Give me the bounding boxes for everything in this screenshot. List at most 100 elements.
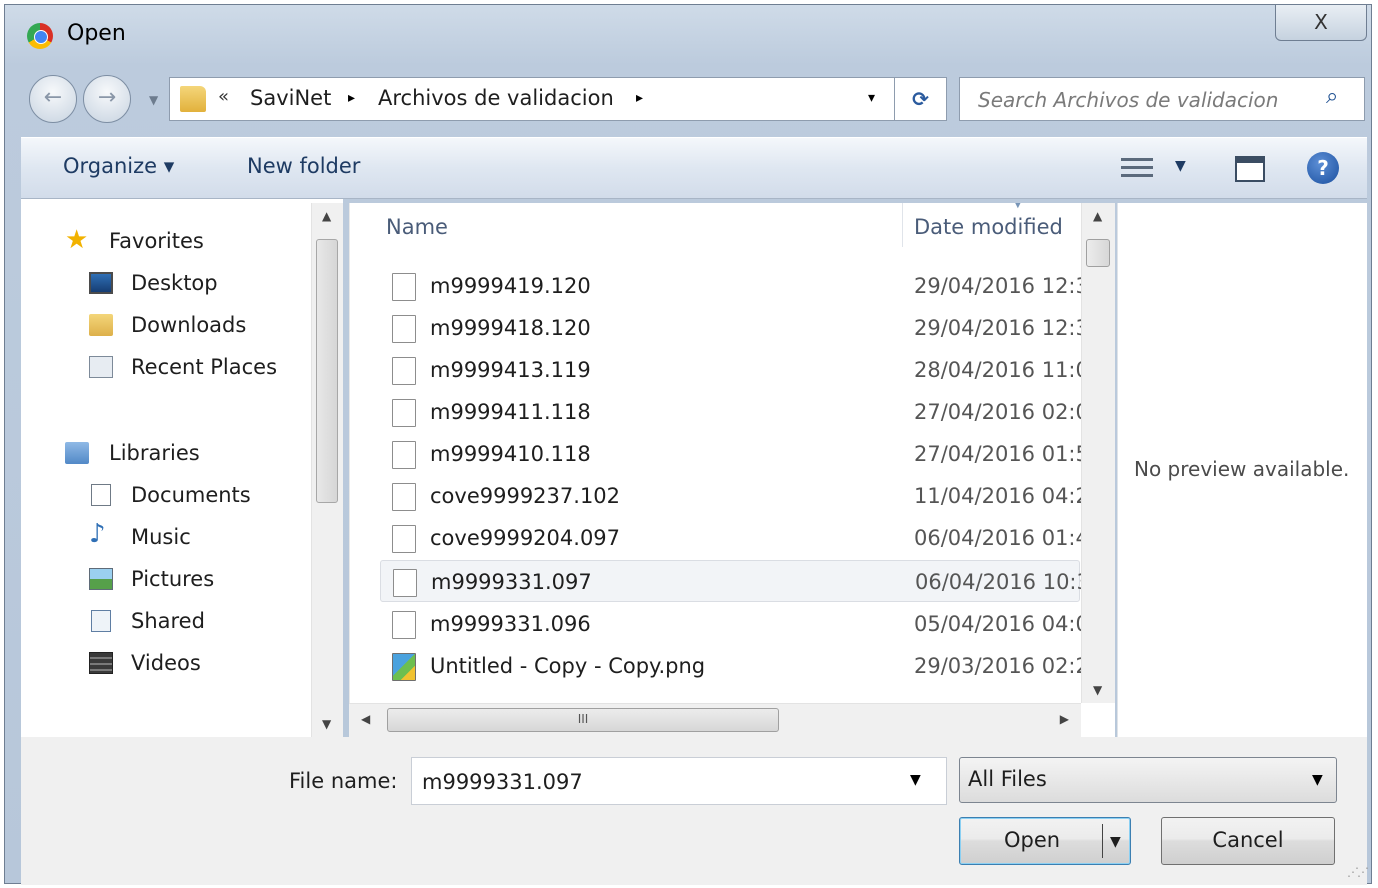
cancel-button[interactable]: Cancel (1161, 817, 1335, 865)
nav-item-label: Documents (131, 483, 251, 507)
star-icon: ★ (65, 225, 89, 255)
file-icon (392, 611, 416, 639)
file-date: 05/04/2016 04:0 (914, 612, 1082, 636)
recent-places-icon (89, 356, 113, 378)
file-date: 06/04/2016 01:4 (914, 526, 1082, 550)
nav-item-label: Pictures (131, 567, 215, 591)
file-row[interactable]: m9999419.120 29/04/2016 12:3 (380, 265, 1082, 307)
address-bar[interactable]: « SaviNet ▸ Archivos de validacion ▸ ▾ (169, 77, 895, 121)
forward-button[interactable]: → (83, 75, 131, 123)
film-icon (89, 652, 113, 674)
open-options-dropdown[interactable]: ▼ (1110, 820, 1121, 864)
file-row-selected[interactable]: m9999331.097 06/04/2016 10:3 (380, 560, 1083, 602)
title-bar: Open X (5, 5, 1371, 61)
file-icon (392, 273, 416, 301)
search-input[interactable] (976, 84, 1310, 116)
filename-label: File name: (289, 769, 398, 793)
folder-icon (180, 86, 206, 112)
file-name: m9999411.118 (430, 400, 591, 424)
back-button[interactable]: ← (29, 75, 77, 123)
file-type-select[interactable]: All Files ▼ (959, 757, 1337, 803)
organize-button[interactable]: Organize ▾ (63, 154, 174, 178)
file-row[interactable]: m9999418.120 29/04/2016 12:3 (380, 307, 1082, 349)
column-header-name[interactable]: Name (386, 215, 448, 239)
file-row[interactable]: m9999410.118 27/04/2016 01:5 (380, 433, 1082, 475)
file-row[interactable]: m9999413.119 28/04/2016 11:0 (380, 349, 1082, 391)
file-date: 29/04/2016 12:3 (914, 316, 1082, 340)
breadcrumb-separator[interactable]: ▸ (348, 90, 355, 106)
no-preview-message: No preview available. (1134, 457, 1350, 481)
help-icon[interactable]: ? (1307, 152, 1339, 184)
scroll-up-arrow[interactable]: ▲ (1093, 209, 1102, 223)
window-title: Open (67, 21, 126, 46)
command-bar: Organize ▾ New folder ▼ ? (21, 137, 1367, 199)
scrollbar-thumb[interactable] (1086, 239, 1110, 267)
file-name: cove9999204.097 (430, 526, 621, 550)
file-list-horizontal-scrollbar[interactable]: ◀ III ▶ (349, 703, 1081, 737)
new-folder-button[interactable]: New folder (247, 154, 360, 178)
resize-grip[interactable]: ⋰⋰ (1347, 865, 1369, 879)
chevron-down-icon: ▼ (1312, 772, 1323, 788)
file-name: cove9999237.102 (430, 484, 621, 508)
file-name: m9999331.096 (430, 612, 591, 636)
breadcrumb-separator[interactable]: ▸ (636, 90, 643, 106)
image-file-icon (392, 653, 416, 681)
breadcrumb-savinet[interactable]: SaviNet (250, 86, 331, 110)
file-row[interactable]: m9999411.118 27/04/2016 02:0 (380, 391, 1082, 433)
views-dropdown-icon[interactable]: ▼ (1175, 158, 1186, 174)
shared-icon (91, 610, 111, 632)
file-name: m9999410.118 (430, 442, 591, 466)
scroll-left-arrow[interactable]: ◀ (361, 712, 370, 726)
close-button[interactable]: X (1275, 5, 1367, 41)
open-button[interactable]: Open ▼ (959, 817, 1131, 865)
breadcrumb-archivos[interactable]: Archivos de validacion (378, 86, 614, 110)
file-row[interactable]: m9999331.096 05/04/2016 04:0 (380, 603, 1082, 645)
file-row[interactable]: cove9999204.097 06/04/2016 01:4 (380, 517, 1082, 559)
scroll-down-arrow[interactable]: ▼ (1093, 683, 1102, 697)
file-icon (393, 569, 417, 597)
scroll-up-arrow[interactable]: ▲ (322, 209, 331, 223)
file-row[interactable]: cove9999237.102 11/04/2016 04:2 (380, 475, 1082, 517)
scrollbar-thumb[interactable]: III (387, 708, 779, 732)
open-dialog-window: Open X ← → ▼ « SaviNet ▸ Archivos de val… (4, 4, 1372, 885)
file-icon (392, 357, 416, 385)
file-name: Untitled - Copy - Copy.png (430, 654, 706, 678)
breadcrumb-overflow[interactable]: « (218, 86, 229, 107)
file-list-vertical-scrollbar[interactable]: ▲ ▼ (1081, 203, 1115, 703)
file-date: 27/04/2016 01:5 (914, 442, 1082, 466)
recent-locations-dropdown[interactable]: ▼ (149, 93, 158, 107)
search-icon[interactable]: ⌕ (1326, 84, 1338, 109)
scrollbar-thumb[interactable] (316, 239, 338, 503)
column-divider[interactable] (902, 203, 903, 247)
file-name: m9999418.120 (430, 316, 591, 340)
file-name: m9999419.120 (430, 274, 591, 298)
views-icon[interactable] (1121, 156, 1153, 180)
column-header-date-modified[interactable]: Date modified (914, 215, 1063, 239)
file-date: 27/04/2016 02:0 (914, 400, 1082, 424)
back-forward-buttons: ← → (29, 75, 151, 125)
filename-input[interactable] (420, 766, 894, 798)
downloads-folder-icon (89, 314, 113, 336)
nav-item-label: Videos (131, 651, 201, 675)
file-icon (392, 483, 416, 511)
file-icon (392, 525, 416, 553)
file-type-value: All Files (968, 767, 1047, 791)
scroll-down-arrow[interactable]: ▼ (322, 717, 331, 731)
scroll-right-arrow[interactable]: ▶ (1060, 712, 1069, 726)
dialog-footer: File name: ▼ All Files ▼ Open ▼ Cancel ⋰… (21, 737, 1369, 885)
filename-dropdown-icon[interactable]: ▼ (910, 772, 921, 788)
search-box: ⌕ (959, 77, 1365, 121)
documents-icon (91, 484, 111, 506)
nav-item-label: Downloads (131, 313, 247, 337)
file-date: 29/04/2016 12:3 (914, 274, 1082, 298)
desktop-icon (89, 272, 113, 294)
nav-favorites-label: Favorites (109, 229, 204, 253)
file-icon (392, 315, 416, 343)
navigation-scrollbar[interactable]: ▲ ▼ (311, 203, 343, 737)
refresh-button[interactable]: ⟳ (895, 77, 947, 121)
nav-item-label: Shared (131, 609, 205, 633)
preview-pane-icon[interactable] (1235, 156, 1265, 182)
chrome-icon (27, 23, 53, 49)
file-row[interactable]: Untitled - Copy - Copy.png 29/03/2016 02… (380, 645, 1082, 687)
address-dropdown-icon[interactable]: ▾ (868, 90, 875, 106)
